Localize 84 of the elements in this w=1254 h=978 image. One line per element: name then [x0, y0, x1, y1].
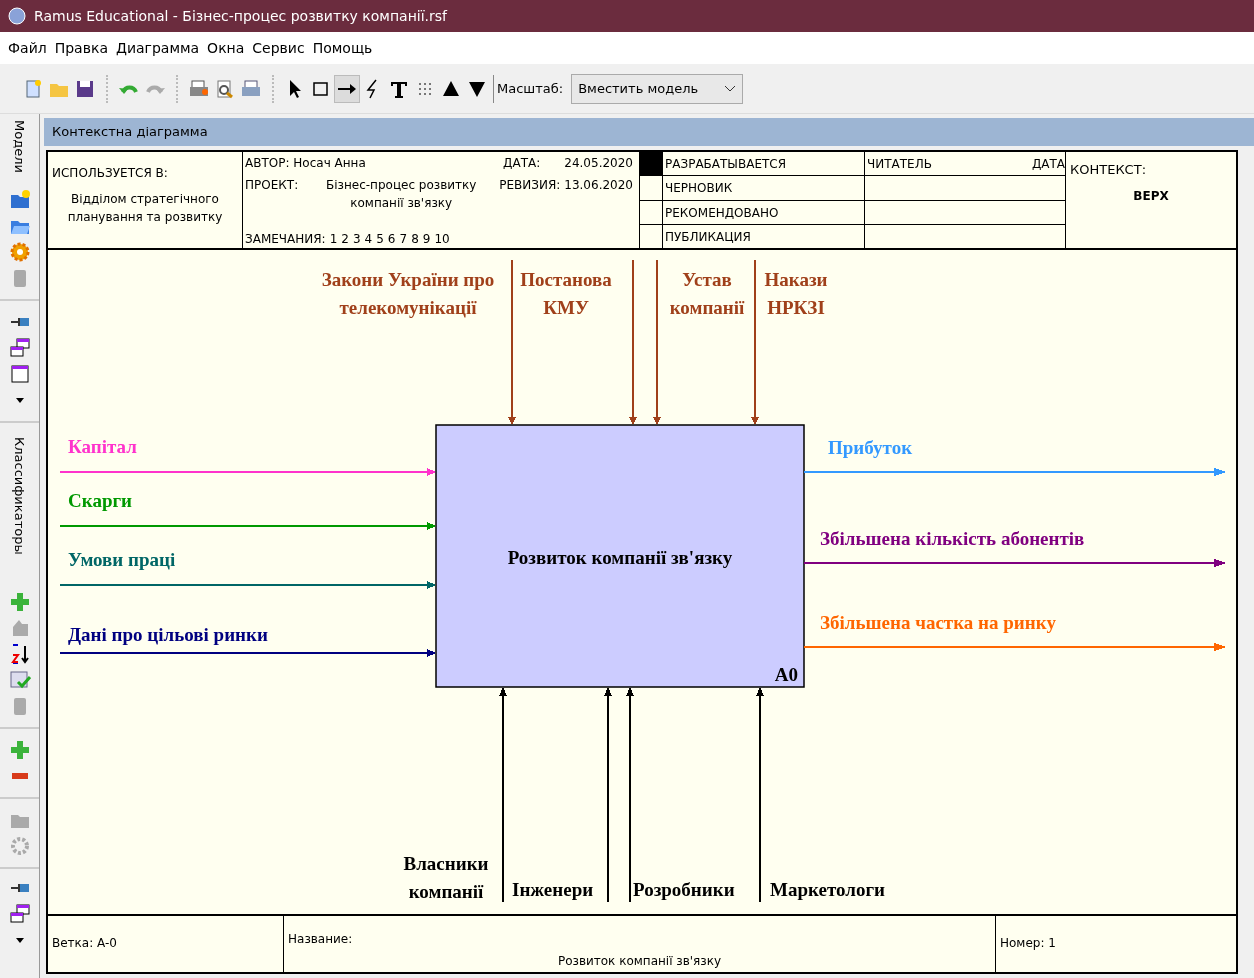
table-check-icon[interactable]: [8, 668, 31, 691]
arrow-label: Капітал: [68, 435, 137, 457]
windows-icon[interactable]: [8, 902, 31, 925]
tool-button[interactable]: [334, 74, 360, 103]
note-number: 9: [422, 230, 431, 248]
author-text: АВТОР: Носач Анна: [245, 154, 366, 172]
name-value: Розвиток компанії зв'язку: [557, 954, 722, 968]
project-label: ПРОЕКТ:: [245, 176, 299, 194]
zoom-label: Масштаб:: [497, 79, 564, 98]
date-value: 24.05.2020: [564, 154, 633, 172]
arrow[interactable]: [499, 686, 507, 903]
arrow[interactable]: [751, 258, 759, 425]
arrow-label: Власники компанії: [403, 852, 489, 902]
context-label: КОНТЕКСТ:: [1070, 160, 1148, 179]
arrow-label: Збільшена частка на ринку: [820, 611, 1056, 633]
status-label: РЕКОМЕНДОВАНО: [665, 205, 779, 220]
note-number: 1: [329, 230, 338, 248]
menu-item[interactable]: Помощь: [308, 37, 377, 59]
used-in-value: Відділом стратегічного планування та розвитку: [66, 190, 224, 226]
note-number: 3: [352, 230, 361, 248]
menu-item[interactable]: Диаграмма: [111, 37, 204, 59]
windows-icon[interactable]: [8, 336, 31, 359]
status-label: ЧЕРНОВИК: [665, 181, 733, 196]
note-number: 6: [387, 230, 396, 248]
note-number: 2: [341, 230, 349, 248]
name-label: Название:: [288, 931, 354, 948]
number-text: Номер: 1: [1000, 936, 1056, 950]
arrow[interactable]: [803, 558, 1226, 567]
menu-item[interactable]: Файл: [4, 37, 51, 59]
reader-label: ЧИТАТЕЛЬ: [867, 155, 932, 173]
chevron-icon: [724, 84, 737, 93]
note-number: 5: [376, 230, 384, 248]
arrow-label: Прибуток: [828, 436, 913, 458]
gear-icon[interactable]: [8, 240, 31, 263]
arrow[interactable]: [756, 686, 764, 903]
arrow-label: Накази НРКЗІ: [764, 268, 828, 318]
arrow-label: Умови праці: [68, 548, 176, 570]
status-label: ПУБЛИКАЦИЯ: [665, 230, 751, 245]
activity-title: Розвиток компанії зв'язку: [507, 546, 733, 568]
revision-label: РЕВИЗИЯ:: [499, 176, 561, 194]
preview-icon: [214, 77, 236, 100]
note-number: 10: [434, 230, 450, 248]
notes-label: ЗАМЕЧАНИЯ:: [245, 230, 326, 248]
project-value: Бізнес-процес розвитку компанії зв'язку: [324, 176, 478, 212]
revision-value: 13.06.2020: [564, 176, 633, 194]
context-value: ВЕРХ: [1133, 189, 1169, 204]
menu-item[interactable]: Сервис: [248, 37, 309, 59]
window-icon[interactable]: [8, 362, 31, 385]
app-icon: [8, 7, 26, 25]
note-number: 8: [411, 230, 419, 248]
zoom-dropdown[interactable]: Вместить модель: [571, 73, 744, 104]
new-folder-icon[interactable]: [8, 188, 31, 211]
sidebar-tab[interactable]: Модели: [9, 114, 30, 179]
sidebar-tab[interactable]: Классификаторы: [9, 430, 30, 561]
arrow[interactable]: [604, 686, 612, 903]
arrow[interactable]: [508, 258, 516, 425]
arrow[interactable]: [59, 580, 436, 589]
activity-box[interactable]: [435, 424, 805, 688]
arrow-label: Дані про цільові ринки: [68, 623, 268, 645]
diagram-tab[interactable]: Контекстна діаграмма: [44, 118, 1254, 146]
activity-number: A0: [774, 663, 798, 685]
used-in-label: ИСПОЛЬЗУЕТСЯ В:: [52, 164, 169, 182]
date-label: ДАТА:: [503, 154, 541, 172]
arrow-label: Розробники: [633, 878, 735, 900]
arrow-label: Устав компанії: [669, 268, 745, 318]
menu-item[interactable]: Правка: [50, 37, 112, 59]
note-number: 7: [399, 230, 408, 248]
status-label: РАЗРАБАТЫВАЕТСЯ: [665, 156, 786, 171]
arrow-label: Збільшена кількість абонентів: [820, 527, 1085, 549]
node-text: Ветка: A-0: [52, 936, 117, 950]
arrow-label: Інженери: [512, 878, 594, 900]
arrow-label: Закони України про телекомунікації: [321, 268, 495, 318]
arrow-label: Постанова КМУ: [520, 268, 612, 318]
arrow-label: Скарги: [68, 489, 133, 511]
sort-icon[interactable]: [8, 642, 31, 665]
arrow[interactable]: [653, 258, 661, 425]
window-title: Ramus Educational - Бізнес-процес розвитку компанії.rsf: [34, 6, 447, 26]
menu-item[interactable]: Окна: [203, 37, 249, 59]
note-number: 4: [364, 230, 373, 248]
arrow[interactable]: [626, 686, 634, 903]
arrow[interactable]: [59, 648, 436, 657]
reader-date-label: ДАТА: [1031, 155, 1065, 173]
arrow[interactable]: [629, 258, 637, 425]
arrow-label: Маркетологи: [770, 878, 885, 900]
